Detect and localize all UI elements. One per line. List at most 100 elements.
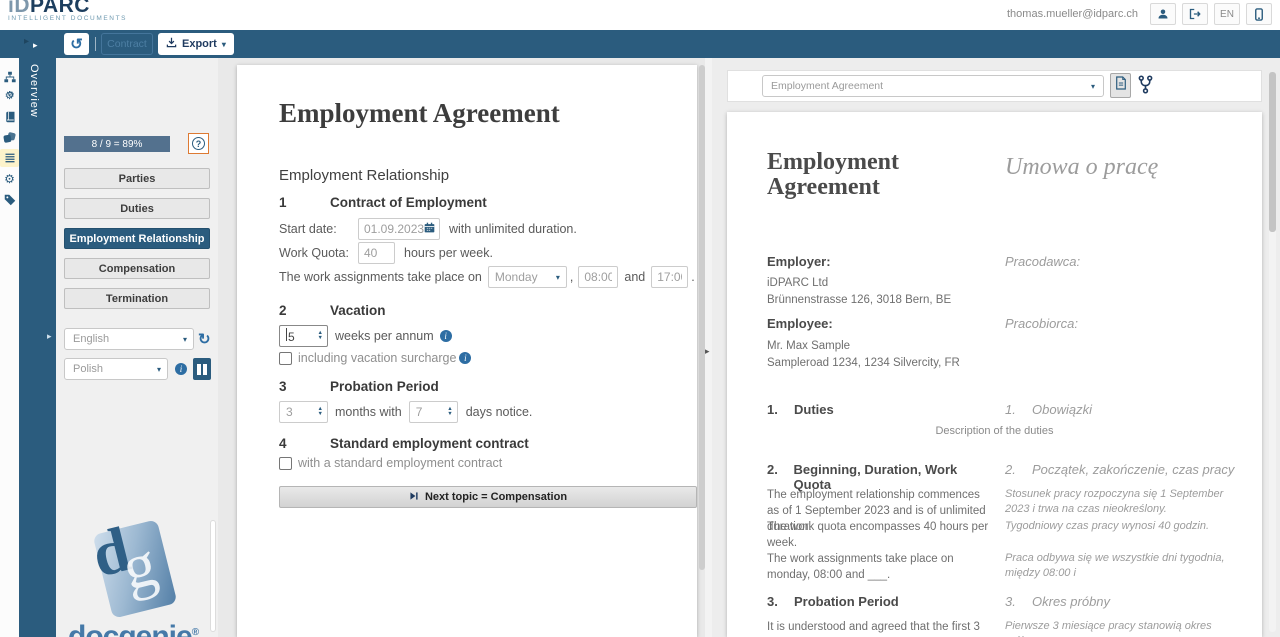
standard-contract-row: with a standard employment contract [279, 456, 502, 470]
book-icon[interactable] [0, 108, 19, 126]
topic-button-employment-relationship[interactable]: Employment Relationship [64, 228, 210, 249]
cogs-icon[interactable]: ⚙⚙ [0, 87, 19, 105]
panel-expand-icon: ▸ [705, 346, 710, 357]
doc-section-number: 2. [1005, 462, 1032, 477]
doc-section2-heading-pl: 2. Początek, zakończenie, czas pracy [1005, 462, 1240, 477]
module-icon-strip: ⚙⚙ ⚙ [0, 58, 19, 637]
doc-section1-heading-pl: 1. Obowiązki [1005, 402, 1240, 417]
undo-icon: ↺ [70, 35, 83, 53]
logo-subtitle: INTELLIGENT DOCUMENTS [8, 15, 127, 22]
doc-paragraph-en: The work assignments take place on monda… [767, 551, 995, 583]
left-panel-scrollbar-thumb[interactable] [210, 520, 216, 632]
contract-button[interactable]: Contract [101, 33, 153, 55]
logout-button[interactable] [1182, 3, 1208, 25]
info-icon[interactable]: i [175, 363, 187, 375]
progress-bar: 8 / 9 = 89% [64, 136, 170, 152]
preview-toolbar: Employment Agreement ▾ [727, 70, 1262, 102]
mobile-view-button[interactable] [1246, 3, 1272, 25]
form-title: Employment Agreement [279, 98, 560, 129]
text-cursor [286, 328, 287, 341]
weekday-select[interactable]: Monday ▾ [488, 266, 567, 288]
next-topic-label: Next topic = Compensation [425, 491, 567, 503]
stepper-arrows-icon[interactable]: ▲▼ [318, 331, 323, 341]
calendar-icon[interactable] [424, 222, 435, 236]
doc-paragraph-en: It is understood and agreed that the fir… [767, 619, 995, 637]
surcharge-checkbox[interactable] [279, 352, 292, 365]
preview-panel-handle[interactable]: ▸ [705, 58, 712, 637]
export-button[interactable]: Export ▾ [158, 33, 234, 55]
user-account-button[interactable] [1150, 3, 1176, 25]
section-number: 3 [279, 379, 330, 394]
undo-button[interactable]: ↺ [64, 33, 89, 55]
info-icon[interactable]: i [459, 352, 471, 364]
doc-paragraph-pl: Stosunek pracy rozpoczyna się 1 Septembe… [1005, 487, 1240, 518]
standard-contract-checkbox[interactable] [279, 457, 292, 470]
info-icon[interactable]: i [440, 330, 452, 342]
question-mark-icon: ? [192, 137, 205, 150]
download-icon [166, 37, 177, 51]
help-button[interactable]: ? [188, 133, 209, 154]
probation-days-stepper[interactable]: 7 ▲▼ [409, 401, 458, 423]
topic-label: Parties [119, 173, 156, 185]
questionnaire-list-icon[interactable] [0, 149, 19, 167]
columns-view-button[interactable] [193, 358, 211, 380]
secondary-language-value: Polish [73, 363, 103, 375]
mobile-phone-icon [1254, 8, 1264, 21]
docgenie-logo-mark: d g [93, 519, 178, 618]
start-date-input[interactable]: 01.09.2023 [358, 218, 440, 240]
doc-section3-heading-en: 3. Probation Period [767, 594, 995, 609]
standard-contract-label: with a standard employment contract [298, 456, 502, 470]
panel-expand-icon[interactable]: ▸ [47, 331, 52, 342]
chevron-down-icon: ▾ [1091, 82, 1095, 91]
stepper-arrows-icon[interactable]: ▲▼ [447, 407, 452, 417]
doc-section1-heading-en: 1. Duties [767, 402, 995, 417]
columns-icon [197, 364, 201, 375]
doc-section-number: 3. [767, 594, 794, 609]
probation-days-value: 7 [416, 405, 423, 419]
language-button[interactable]: EN [1214, 3, 1240, 25]
topic-button-termination[interactable]: Termination [64, 288, 210, 309]
cards-icon[interactable] [0, 128, 19, 146]
topic-button-compensation[interactable]: Compensation [64, 258, 210, 279]
vacation-suffix: weeks per annum [335, 329, 434, 343]
logo-letter-g: g [115, 526, 164, 606]
section-title: Vacation [330, 303, 386, 318]
collapse-arrow-icon[interactable]: ▸ [24, 36, 29, 47]
topics-panel: 8 / 9 = 89% ? Parties Duties Employment … [56, 58, 218, 637]
next-topic-button[interactable]: Next topic = Compensation [279, 486, 697, 508]
topic-button-duties[interactable]: Duties [64, 198, 210, 219]
time-start-input[interactable] [578, 266, 618, 288]
work-quota-input[interactable] [358, 242, 395, 264]
vacation-weeks-stepper[interactable]: 5 ▲▼ [279, 325, 328, 347]
section-title: Standard employment contract [330, 436, 529, 451]
section-probation-period: 3 Probation Period [279, 379, 439, 394]
sitemap-icon[interactable] [0, 68, 19, 86]
work-assignments-row: The work assignments take place on Monda… [279, 266, 695, 288]
topic-button-parties[interactable]: Parties [64, 168, 210, 189]
time-end-input[interactable] [651, 266, 688, 288]
secondary-language-select[interactable]: Polish ▾ [64, 358, 168, 380]
primary-language-select[interactable]: English ▾ [64, 328, 194, 350]
stepper-arrows-icon[interactable]: ▲▼ [318, 407, 323, 417]
pdf-export-button[interactable] [1110, 73, 1131, 98]
settings-gear-icon[interactable]: ⚙ [0, 170, 19, 188]
work-quota-row: Work Quota: hours per week. [279, 242, 493, 264]
probation-months-stepper[interactable]: 3 ▲▼ [279, 401, 328, 423]
section-number: 2 [279, 303, 330, 318]
overview-label: Overview [28, 64, 40, 118]
chevron-down-icon: ▾ [222, 40, 226, 49]
vacation-weeks-value: 5 [288, 330, 295, 344]
document-preview: Employment Agreement Umowa o pracę Emplo… [727, 112, 1262, 637]
section-vacation: 2 Vacation [279, 303, 386, 318]
employer-address: Brünnenstrasse 126, 3018 Bern, BE [767, 292, 995, 308]
start-date-row: Start date: 01.09.2023 with unlimited du… [279, 218, 577, 240]
document-select[interactable]: Employment Agreement ▾ [762, 75, 1104, 97]
overview-sidebar[interactable]: ▸ Overview ▸ [19, 58, 56, 637]
tag-icon[interactable] [0, 191, 19, 209]
preview-scrollbar-thumb[interactable] [1269, 72, 1276, 232]
refresh-icon[interactable]: ↻ [198, 330, 211, 348]
duties-description-placeholder: Description of the duties [727, 425, 1262, 437]
branch-icon[interactable] [1137, 75, 1154, 99]
doc-section3-heading-pl: 3. Okres próbny [1005, 594, 1240, 609]
employer-name: iDPARC Ltd [767, 275, 995, 291]
